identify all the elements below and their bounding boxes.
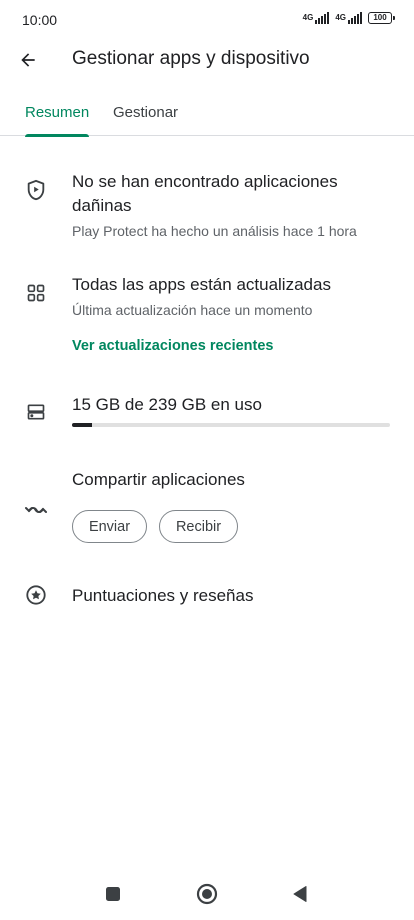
network-type-2: 4G (335, 13, 346, 22)
receive-button[interactable]: Recibir (159, 510, 238, 543)
ratings-title: Puntuaciones y reseñas (72, 586, 254, 605)
top-app-bar: Gestionar apps y dispositivo (0, 40, 414, 80)
network-type-1: 4G (302, 13, 314, 22)
shield-play-icon (24, 178, 48, 202)
nearby-share-icon (24, 498, 48, 522)
tab-resumen-label: Resumen (25, 104, 90, 121)
star-circle-icon (24, 583, 48, 607)
tab-bar: Resumen Gestionar (0, 96, 414, 137)
status-bar: 10:00 4G 4G 100 (0, 0, 414, 40)
tab-gestionar-label: Gestionar (113, 104, 179, 121)
signal-icon: 4G (303, 12, 330, 24)
updates-title: Todas las apps están actualizadas (72, 275, 331, 294)
square-icon[interactable] (101, 882, 125, 906)
active-tab-indicator (25, 134, 90, 137)
updates-subtitle: Última actualización hace un momento (72, 302, 313, 318)
send-button[interactable]: Enviar (72, 510, 147, 543)
status-time: 10:00 (22, 12, 58, 28)
battery-icon: 100 (368, 12, 395, 24)
recent-updates-link[interactable]: Ver actualizaciones recientes (72, 338, 274, 354)
status-icons: 4G 4G 100 (303, 12, 395, 24)
storage-progress-bar (72, 423, 390, 427)
page-title: Gestionar apps y dispositivo (72, 48, 310, 69)
signal-icon-2: 4G (335, 12, 362, 24)
storage-title: 15 GB de 239 GB en uso (72, 395, 262, 414)
play-protect-subtitle: Play Protect ha hecho un análisis hace 1… (72, 223, 357, 239)
circle-icon[interactable] (195, 882, 219, 906)
arrow-back-icon[interactable] (14, 46, 42, 74)
share-apps-title: Compartir aplicaciones (72, 470, 245, 489)
triangle-back-icon[interactable] (288, 882, 312, 906)
apps-grid-icon (24, 281, 48, 305)
storage-progress-fill (72, 423, 93, 427)
play-protect-title: No se han encontrado aplicaciones dañina… (72, 172, 338, 215)
tab-resumen[interactable]: Resumen (25, 96, 90, 137)
system-nav-bar (0, 870, 414, 920)
tab-gestionar[interactable]: Gestionar (113, 96, 178, 136)
storage-icon (24, 400, 48, 424)
